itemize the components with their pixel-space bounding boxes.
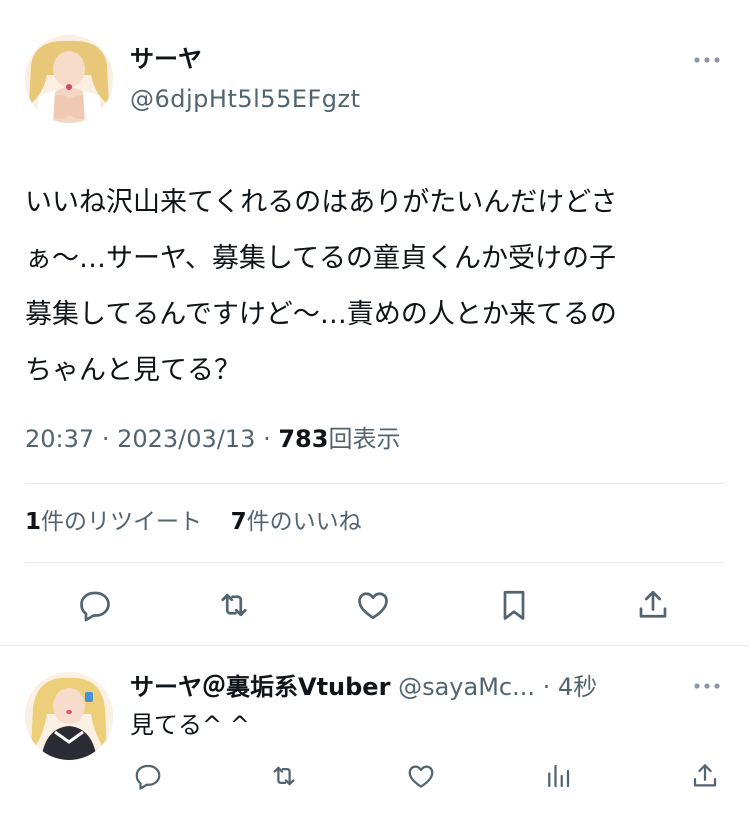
more-dots-icon[interactable] [692, 53, 722, 67]
avatar-image [25, 35, 113, 123]
tweet-body-line: 募集してるんですけど〜…責めの人とか来てるの [25, 299, 617, 330]
reply-text: 見てる^ ^ [130, 711, 250, 739]
tweet-body: いいね沢山来てくれるのはありがたいんだけどさ ぁ〜…サーヤ、募集してるの童貞くん… [25, 175, 725, 399]
tweet-time[interactable]: 20:37 [25, 425, 94, 453]
share-icon[interactable] [635, 587, 671, 623]
divider [25, 483, 724, 484]
tweet-stats: 1件のリツイート 7件のいいね [25, 507, 362, 537]
meta-separator: · [101, 425, 110, 453]
author-name[interactable]: サーヤ [130, 44, 202, 74]
likes-label: 件のいいね [246, 509, 362, 535]
tweet-date[interactable]: 2023/03/13 [117, 425, 255, 453]
reply-author-avatar[interactable] [25, 672, 113, 760]
like-icon[interactable] [355, 587, 391, 623]
section-divider [0, 645, 749, 646]
views-icon[interactable] [543, 761, 573, 791]
bookmark-icon[interactable] [496, 587, 532, 623]
reply-author-name[interactable]: サーヤ＠裏垢系Vtuber [130, 673, 390, 701]
reply-header: サーヤ＠裏垢系Vtuber @sayaMc... · 4秒 [130, 672, 670, 702]
more-dots-icon[interactable] [692, 679, 722, 693]
like-icon[interactable] [406, 761, 436, 791]
retweets-count: 1 [25, 509, 42, 535]
views-count: 783 [278, 425, 329, 453]
reply-icon[interactable] [133, 761, 163, 791]
reply-time[interactable]: 4秒 [558, 673, 597, 701]
reply-icon[interactable] [77, 587, 113, 623]
tweet-body-line: いいね沢山来てくれるのはありがたいんだけどさ [25, 187, 618, 218]
author-handle[interactable]: @6djpHt5l55EFgzt [130, 84, 361, 114]
likes-stat[interactable]: 7件のいいね [231, 509, 362, 535]
share-icon[interactable] [690, 761, 720, 791]
divider [25, 562, 724, 563]
meta-separator: · [263, 425, 271, 453]
retweets-label: 件のリツイート [41, 509, 203, 535]
meta-separator: · [542, 673, 551, 701]
retweet-icon[interactable] [216, 587, 252, 623]
reply-author-handle[interactable]: @sayaMc... [398, 673, 535, 701]
tweet-meta: 20:37 · 2023/03/13 · 783回表示 [25, 424, 400, 454]
author-avatar[interactable] [25, 35, 113, 123]
avatar-image [25, 672, 113, 760]
retweets-stat[interactable]: 1件のリツイート [25, 509, 209, 535]
views-label: 回表示 [328, 425, 401, 453]
likes-count: 7 [230, 509, 247, 535]
tweet-body-line: ちゃんと見てる？ [25, 355, 241, 386]
tweet-body-line: ぁ〜…サーヤ、募集してるの童貞くんか受けの子 [25, 243, 617, 274]
retweet-icon[interactable] [269, 761, 299, 791]
